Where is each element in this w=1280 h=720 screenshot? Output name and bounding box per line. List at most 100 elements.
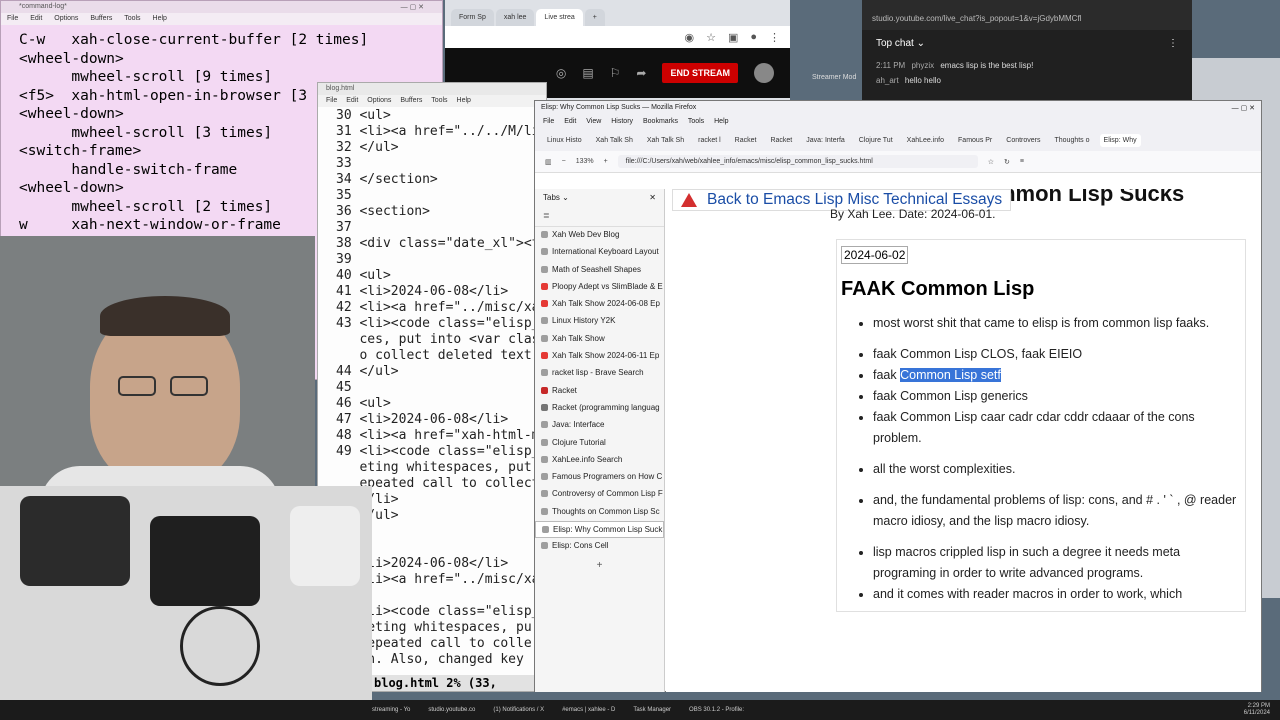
menu-edit[interactable]: Edit (30, 15, 42, 22)
firefox-tab[interactable]: Racket (731, 134, 761, 147)
sidebar-menu-icon[interactable]: ≣ (543, 211, 550, 220)
menu-file[interactable]: File (7, 15, 18, 22)
menu-file[interactable]: File (326, 97, 337, 104)
sidebar-tab-item[interactable]: Linux History Y2K (535, 313, 664, 330)
firefox-tab[interactable]: Clojure Tut (855, 134, 897, 147)
sidebar-tab-item[interactable]: Elisp: Why Common Lisp Suck (535, 521, 664, 539)
firefox-tab[interactable]: Xah Talk Sh (643, 134, 688, 147)
star-icon[interactable]: ☆ (706, 31, 716, 44)
firefox-menubar[interactable]: File Edit View History Bookmarks Tools H… (535, 117, 1261, 129)
menu-buffers[interactable]: Buffers (90, 15, 112, 22)
selected-text[interactable]: Common Lisp setf (900, 368, 1001, 382)
command-log-titlebar[interactable]: *command-log* — ▢ ✕ (1, 1, 442, 13)
taskbar-item[interactable]: streaming - Yo (372, 707, 410, 713)
sidebar-tab-item[interactable]: Ploopy Adept vs SlimBlade & E (535, 279, 664, 296)
reload-icon[interactable]: ↻ (1004, 158, 1010, 166)
taskbar-item[interactable]: studio.youtube.co (428, 707, 475, 713)
top-chat-dropdown[interactable]: Top chat ⌄ (876, 38, 925, 50)
share-icon[interactable]: ➦ (636, 66, 646, 80)
zoom-in-icon[interactable]: + (604, 158, 608, 165)
menu-help[interactable]: Help (457, 97, 471, 104)
menu-file[interactable]: File (543, 118, 554, 125)
firefox-tab[interactable]: Linux Histo (543, 134, 586, 147)
firefox-window[interactable]: Elisp: Why Common Lisp Sucks — Mozilla F… (534, 100, 1262, 692)
taskbar-item[interactable]: Task Manager (633, 707, 671, 713)
sidebar-tab-item[interactable]: Xah Talk Show 2024-06-11 Ep (535, 348, 664, 365)
menu-tools[interactable]: Tools (431, 97, 447, 104)
sidebar-tab-item[interactable]: Racket (535, 383, 664, 400)
menu-buffers[interactable]: Buffers (400, 97, 422, 104)
sidebar-tab-item[interactable]: International Keyboard Layout (535, 244, 664, 261)
sidebar-tab-item[interactable]: Controversy of Common Lisp F (535, 486, 664, 503)
firefox-titlebar[interactable]: Elisp: Why Common Lisp Sucks — Mozilla F… (535, 101, 1261, 117)
sidebar-tab-item[interactable]: Thoughts on Common Lisp Sc (535, 504, 664, 521)
menu-edit[interactable]: Edit (564, 118, 576, 125)
sidebar-tab-item[interactable]: Elisp: Cons Cell (535, 538, 664, 555)
live-chat-window[interactable]: studio.youtube.com/live_chat?is_popout=1… (862, 0, 1192, 105)
profile-icon[interactable]: ● (750, 31, 757, 43)
sidebar-tab-item[interactable]: Famous Programers on How C (535, 469, 664, 486)
window-controls[interactable]: — ▢ ✕ (401, 3, 424, 11)
menu-tools[interactable]: Tools (688, 118, 704, 125)
menu-icon[interactable]: ≡ (1020, 158, 1024, 165)
menu-options[interactable]: Options (367, 97, 391, 104)
extension-icon[interactable]: ▣ (728, 31, 738, 44)
menu-help[interactable]: Help (714, 118, 728, 125)
chrome-tabstrip[interactable]: Form Sp xah lee Live strea + (445, 0, 790, 26)
film-icon[interactable]: ▤ (582, 66, 593, 80)
taskbar-item[interactable]: #emacs | xahlee - D (562, 707, 615, 713)
sidebar-tab-item[interactable]: Math of Seashell Shapes (535, 262, 664, 279)
system-tray-clock[interactable]: 2:29 PM 6/11/2024 (1244, 703, 1280, 717)
command-log-menubar[interactable]: File Edit Options Buffers Tools Help (1, 13, 442, 25)
sidebar-tab-item[interactable]: Racket (programming languag (535, 400, 664, 417)
menu-icon[interactable]: ⋮ (769, 31, 780, 44)
sidebar-tab-item[interactable]: racket lisp - Brave Search (535, 365, 664, 382)
blog-titlebar[interactable]: blog.html (318, 83, 546, 95)
sidebar-tab-item[interactable]: Java: Interface (535, 417, 664, 434)
firefox-tab[interactable]: XahLee.info (903, 134, 948, 147)
url-bar[interactable]: file:///C:/Users/xah/web/xahlee_info/ema… (617, 155, 978, 168)
menu-history[interactable]: History (611, 118, 633, 125)
page-content[interactable]: mmon Lisp Sucks Back to Emacs Lisp Misc … (666, 189, 1261, 692)
sidebar-tab-item[interactable]: XahLee.info Search (535, 452, 664, 469)
firefox-tab[interactable]: Java: Interfa (802, 134, 849, 147)
zoom-level[interactable]: 133% (576, 158, 594, 165)
chrome-tab-live-stream[interactable]: Live strea (536, 9, 583, 26)
zoom-out-icon[interactable]: − (562, 158, 566, 165)
blog-menubar[interactable]: File Edit Options Buffers Tools Help (318, 95, 546, 107)
sidebar-tab-item[interactable]: Xah Web Dev Blog (535, 227, 664, 244)
broadcast-icon[interactable]: ◎ (556, 66, 566, 80)
taskbar-item[interactable]: OBS 30.1.2 - Profile: (689, 707, 744, 713)
tabs-sidebar[interactable]: Tabs ⌄ ✕ ≣ Xah Web Dev Blog International… (535, 189, 665, 692)
menu-tools[interactable]: Tools (124, 15, 140, 22)
menu-help[interactable]: Help (153, 15, 167, 22)
firefox-tab[interactable]: Elisp: Why (1099, 133, 1141, 147)
chrome-tab-xahlee[interactable]: xah lee (495, 9, 535, 26)
incognito-icon[interactable]: ◉ (684, 31, 694, 44)
new-tab-button[interactable]: + (535, 556, 664, 571)
menu-view[interactable]: View (586, 118, 601, 125)
firefox-tabstrip[interactable]: Linux Histo Xah Talk Sh Xah Talk Sh racket … (535, 129, 1261, 151)
menu-edit[interactable]: Edit (346, 97, 358, 104)
menu-bookmarks[interactable]: Bookmarks (643, 118, 678, 125)
firefox-tab[interactable]: Controvers (1002, 134, 1044, 147)
end-stream-button[interactable]: END STREAM (662, 63, 738, 83)
taskbar-item[interactable]: (1) Notifications / X (493, 707, 544, 713)
sidebar-tab-item[interactable]: Xah Talk Show 2024-06-08 Ep (535, 296, 664, 313)
new-tab-button[interactable]: + (584, 9, 605, 26)
firefox-tab[interactable]: Xah Talk Sh (592, 134, 637, 147)
sidebar-toggle-icon[interactable]: ▥ (545, 158, 552, 166)
bookmark-star-icon[interactable]: ☆ (988, 158, 994, 166)
sidebar-title[interactable]: Tabs ⌄ (543, 193, 569, 203)
sidebar-tab-item[interactable]: Xah Talk Show (535, 331, 664, 348)
firefox-tab[interactable]: Famous Pr (954, 134, 996, 147)
avatar[interactable] (754, 63, 774, 83)
firefox-tab[interactable]: Thoughts o (1051, 134, 1094, 147)
bookmark-icon[interactable]: ⚐ (610, 66, 621, 80)
more-icon[interactable]: ⋮ (1168, 38, 1178, 50)
firefox-tab[interactable]: Racket (766, 134, 796, 147)
sidebar-tab-item[interactable]: Clojure Tutorial (535, 435, 664, 452)
window-controls[interactable]: — ▢ ✕ (1232, 104, 1255, 114)
close-sidebar-icon[interactable]: ✕ (649, 193, 656, 203)
firefox-tab[interactable]: racket l (694, 134, 725, 147)
